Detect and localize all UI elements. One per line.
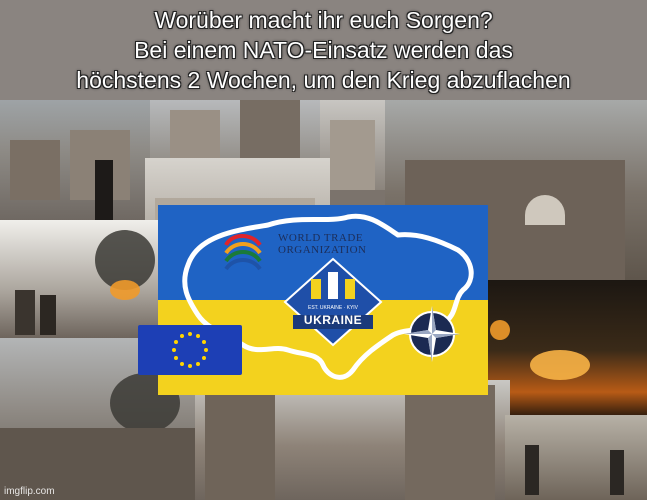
ruins-photo-street: [0, 100, 150, 225]
caption-line-3: höchstens 2 Wochen, um den Krieg abzufla…: [76, 67, 571, 93]
wto-line-1: WORLD TRADE: [278, 232, 364, 244]
imgflip-watermark: imgflip.com: [4, 486, 55, 497]
caption-line-1: Worüber macht ihr euch Sorgen?: [154, 7, 493, 33]
ruins-photo-soldiers: [505, 415, 647, 500]
meme-caption: Worüber macht ihr euch Sorgen? Bei einem…: [0, 0, 647, 100]
wto-wordmark: WORLD TRADE ORGANIZATION: [278, 232, 367, 256]
caption-line-2: Bei einem NATO-Einsatz werden das: [134, 37, 513, 63]
badge-label: UKRAINE: [303, 313, 363, 327]
wto-line-2: ORGANIZATION: [278, 244, 367, 256]
meme-image: WORLD TRADE ORGANIZATION EST. UKRAINE · …: [0, 0, 647, 500]
ukraine-badge-icon: [283, 257, 383, 347]
ruins-photo-tower: [320, 100, 390, 190]
eu-flag: [138, 325, 242, 375]
eu-stars-icon: [172, 332, 208, 368]
ruins-photo-explosion: [0, 220, 160, 340]
ruins-photo-street-wide: [195, 380, 510, 500]
wto-logo-icon: [224, 234, 262, 271]
badge-subtitle: EST. UKRAINE · KYIV: [307, 305, 358, 311]
nato-star-icon: [404, 306, 460, 362]
ruins-photo-buildings: [150, 100, 320, 160]
